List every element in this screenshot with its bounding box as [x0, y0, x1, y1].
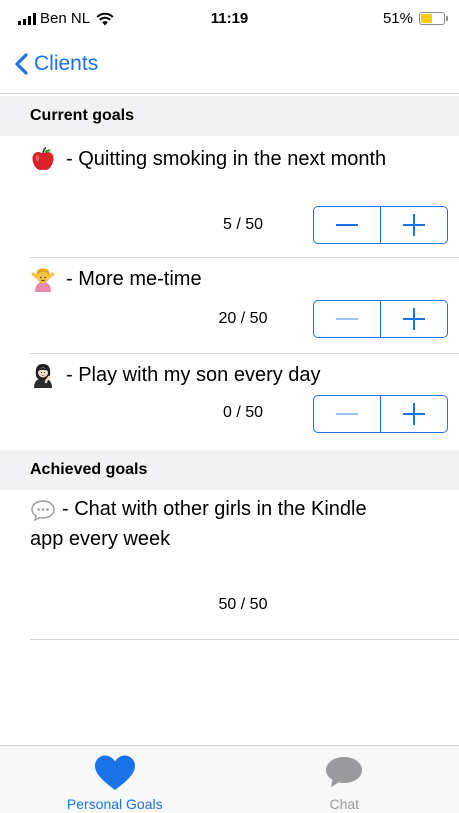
goal-stepper	[313, 206, 448, 244]
plus-icon	[403, 308, 425, 330]
decrement-button[interactable]	[314, 301, 380, 337]
current-goals-header: Current goals	[0, 96, 459, 136]
goal-title: - Quitting smoking in the next month	[66, 148, 387, 170]
goal-stepper	[313, 300, 448, 338]
goal-title: - More me-time	[66, 268, 202, 290]
achieved-goals-header: Achieved goals	[0, 450, 459, 490]
goal-title-row: - More me-time	[30, 264, 202, 294]
apple-icon	[32, 146, 54, 171]
minus-icon	[336, 413, 358, 415]
speech-bubble-icon	[31, 500, 55, 522]
battery-fill	[421, 14, 433, 23]
minus-icon	[336, 318, 358, 320]
woman-raising-hand-icon	[34, 364, 52, 388]
decrement-button[interactable]	[314, 207, 380, 243]
tab-chat[interactable]: Chat	[230, 746, 459, 813]
goal-progress: 5 / 50	[222, 216, 264, 233]
person-massage-icon	[31, 268, 55, 292]
back-button[interactable]: Clients	[14, 52, 98, 76]
goal-stepper	[313, 395, 448, 433]
increment-button[interactable]	[380, 301, 447, 337]
status-right: 51%	[382, 10, 448, 27]
tab-personal-goals[interactable]: Personal Goals	[0, 746, 230, 813]
tab-label: Chat	[329, 796, 360, 812]
goal-progress: 20 / 50	[218, 310, 268, 327]
battery-icon	[419, 12, 448, 25]
goal-title: - Chat with other girls in the Kindle ap…	[30, 498, 367, 550]
decrement-button[interactable]	[314, 396, 380, 432]
tab-bar: Personal Goals Chat	[0, 745, 459, 813]
divider	[30, 639, 459, 640]
minus-icon	[336, 224, 358, 226]
increment-button[interactable]	[380, 396, 447, 432]
chevron-left-icon	[15, 53, 28, 75]
battery-percent: 51%	[382, 10, 413, 27]
navigation-bar: Clients	[0, 44, 459, 94]
goal-item: - Chat with other girls in the Kindle ap…	[0, 490, 459, 640]
back-button-label: Clients	[34, 52, 99, 75]
goal-item: - Quitting smoking in the next month 5 /…	[0, 136, 459, 258]
goal-title-row: - Play with my son every day	[30, 360, 321, 390]
goal-title: - Play with my son every day	[66, 364, 321, 386]
tab-label: Personal Goals	[66, 796, 163, 812]
plus-icon	[403, 403, 425, 425]
goal-title-row: - Quitting smoking in the next month	[30, 144, 386, 174]
increment-button[interactable]	[380, 207, 447, 243]
goal-item: - Play with my son every day 0 / 50	[0, 354, 459, 450]
status-bar: Ben NL 11:19 51%	[0, 0, 459, 40]
chat-bubble-icon	[326, 757, 363, 787]
heart-icon	[94, 755, 135, 790]
plus-icon	[403, 214, 425, 236]
goal-progress: 50 / 50	[218, 596, 268, 613]
goal-title-row: - Chat with other girls in the Kindle ap…	[30, 494, 370, 554]
goal-progress: 0 / 50	[222, 404, 264, 421]
goal-item: - More me-time 20 / 50	[0, 258, 459, 354]
